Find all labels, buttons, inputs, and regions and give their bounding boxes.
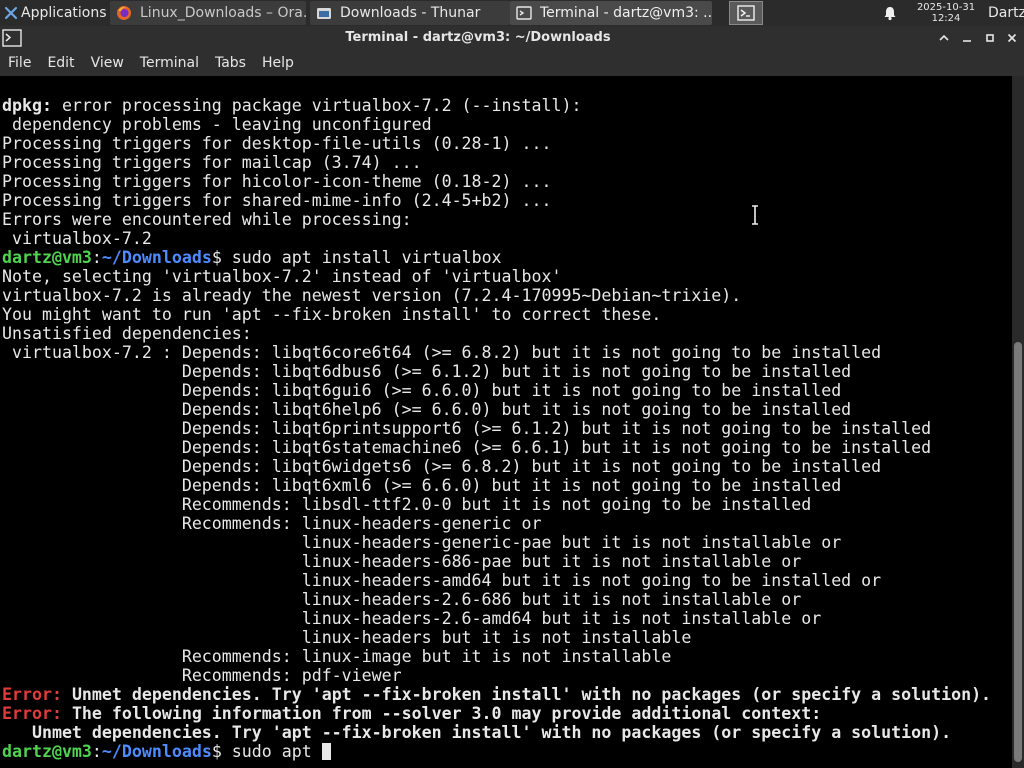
firefox-icon (117, 6, 131, 20)
minimize-button[interactable] (958, 29, 976, 47)
taskbar-item-terminal[interactable]: Terminal - dartz@vm3: ... (510, 1, 712, 25)
applications-label: Applications (21, 5, 107, 21)
applications-icon (4, 6, 18, 20)
taskbar-item-browser[interactable]: Linux_Downloads – Ora... (110, 1, 306, 25)
menu-help[interactable]: Help (262, 55, 294, 71)
terminal-line: Error: Unmet dependencies. Try 'apt --fi… (2, 685, 992, 704)
menubar: File Edit View Terminal Tabs Help (0, 50, 1024, 76)
terminal-line: Processing triggers for hicolor-icon-the… (2, 172, 552, 191)
terminal-line: Depends: libqt6gui6 (>= 6.6.0) but it is… (2, 381, 842, 400)
terminal-line: Unmet dependencies. Try 'apt --fix-broke… (2, 723, 952, 742)
terminal-cursor (321, 743, 331, 760)
terminal-line: Unsatisfied dependencies: (2, 324, 252, 343)
terminal-line: Processing triggers for desktop-file-uti… (2, 134, 552, 153)
folder-icon (317, 8, 331, 19)
menu-file[interactable]: File (8, 55, 31, 71)
terminal-icon (516, 6, 532, 20)
applications-menu-button[interactable]: Applications (0, 0, 108, 26)
terminal-line: linux-headers-generic-pae but it is not … (2, 533, 842, 552)
window-titlebar[interactable]: Terminal - dartz@vm3: ~/Downloads (0, 26, 1024, 50)
top-panel: Applications Linux_Downloads – Ora... Do… (0, 0, 1024, 26)
clock-time: 12:24 (931, 13, 961, 24)
window-shade-button[interactable] (935, 29, 953, 47)
terminal-line: virtualbox-7.2 is already the newest ver… (2, 286, 742, 305)
terminal-line: Processing triggers for shared-mime-info… (2, 191, 552, 210)
terminal-line: dartz@vm3:~/Downloads$ sudo apt install … (2, 248, 502, 267)
terminal-line: dpkg: error processing package virtualbo… (2, 96, 582, 115)
terminal-line: linux-headers-2.6-amd64 but it is not in… (2, 609, 822, 628)
close-button[interactable] (1003, 29, 1021, 47)
text-cursor-icon (752, 205, 758, 225)
terminal-line: Note, selecting 'virtualbox-7.2' instead… (2, 267, 562, 286)
terminal-icon (737, 5, 755, 21)
maximize-icon (986, 34, 994, 42)
clock-date: 2025-10-31 (916, 2, 976, 13)
terminal-line: Recommends: pdf-viewer (2, 666, 402, 685)
terminal-line: linux-headers-amd64 but it is not going … (2, 571, 882, 590)
taskbar-item-label: Downloads - Thunar (340, 5, 481, 21)
user-menu[interactable]: Dartz (988, 0, 1024, 26)
terminal-line: Recommends: linux-headers-generic or (2, 514, 542, 533)
terminal-line: Depends: libqt6widgets6 (>= 6.8.2) but i… (2, 457, 882, 476)
terminal-line: virtualbox-7.2 : Depends: libqt6core6t64… (2, 343, 882, 362)
terminal-line: virtualbox-7.2 (2, 229, 152, 248)
terminal-line: dartz@vm3:~/Downloads$ sudo apt (2, 742, 991, 761)
maximize-button[interactable] (981, 29, 999, 47)
taskbar-item-label: Terminal - dartz@vm3: ... (540, 5, 712, 21)
menu-edit[interactable]: Edit (47, 55, 74, 71)
terminal-launcher-button[interactable] (729, 1, 763, 25)
close-icon (1007, 33, 1017, 43)
terminal-line: Depends: libqt6help6 (>= 6.6.0) but it i… (2, 400, 852, 419)
notification-bell-icon[interactable] (882, 5, 898, 21)
menu-tabs[interactable]: Tabs (215, 55, 246, 71)
terminal-line: linux-headers-2.6-686 but it is not inst… (2, 590, 802, 609)
terminal-line: You might want to run 'apt --fix-broken … (2, 305, 662, 324)
scrollbar-thumb[interactable] (1014, 342, 1022, 762)
menu-terminal[interactable]: Terminal (140, 55, 199, 71)
terminal-line: Depends: libqt6statemachine6 (>= 6.6.1) … (2, 438, 932, 457)
terminal-line: dependency problems - leaving unconfigur… (2, 115, 432, 134)
menu-view[interactable]: View (91, 55, 124, 71)
terminal-line: Error: The following information from --… (2, 704, 822, 723)
terminal-line: Errors were encountered while processing… (2, 210, 412, 229)
terminal-line: Recommends: linux-image but it is not in… (2, 647, 672, 666)
clock[interactable]: 2025-10-31 12:24 (906, 0, 986, 26)
terminal-line: linux-headers but it is not installable (2, 628, 692, 647)
terminal-line: Processing triggers for mailcap (3.74) .… (2, 153, 422, 172)
minimize-icon (963, 40, 971, 42)
terminal-line: linux-headers-686-pae but it is not inst… (2, 552, 802, 571)
terminal-line: Depends: libqt6dbus6 (>= 6.1.2) but it i… (2, 362, 852, 381)
terminal-line: Depends: libqt6printsupport6 (>= 6.1.2) … (2, 419, 932, 438)
window-title: Terminal - dartz@vm3: ~/Downloads (345, 30, 611, 45)
terminal-lines: dpkg: error processing package virtualbo… (2, 96, 991, 761)
chevron-up-icon (939, 34, 949, 41)
taskbar-item-thunar[interactable]: Downloads - Thunar (310, 1, 510, 25)
terminal-line: Depends: libqt6xml6 (>= 6.6.0) but it is… (2, 476, 842, 495)
terminal-line: Recommends: libsdl-ttf2.0-0 but it is no… (2, 495, 812, 514)
taskbar-item-label: Linux_Downloads – Ora... (140, 5, 306, 21)
